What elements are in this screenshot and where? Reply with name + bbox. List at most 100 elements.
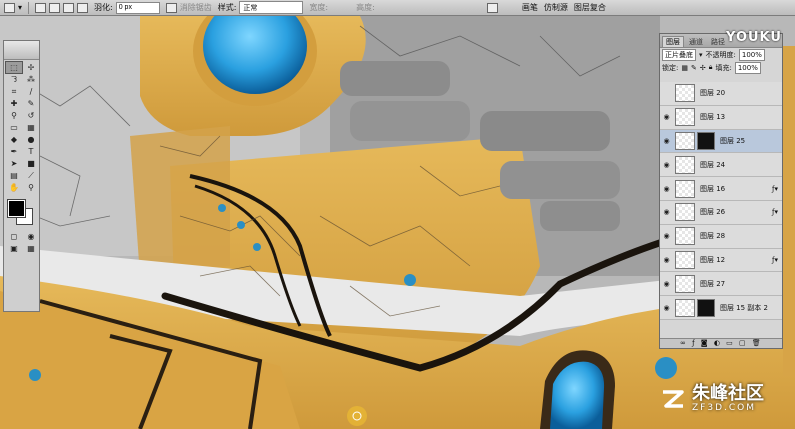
quick-mask-mode-icon[interactable]: ◉	[23, 231, 39, 242]
new-group-icon[interactable]: ▭	[726, 339, 735, 347]
layer-mask-thumbnail[interactable]	[697, 131, 715, 150]
layer-effects-icon[interactable]: ƒ▾	[768, 185, 782, 193]
layer-row[interactable]: ◉ 图层 16 ƒ▾	[660, 177, 782, 201]
eyedropper-tool-icon[interactable]: ⟋	[23, 170, 39, 181]
visibility-eye-icon[interactable]: ◉	[660, 256, 673, 264]
clone-stamp-tool-icon[interactable]: ⚲	[6, 110, 22, 121]
panel-tab-clone-source[interactable]: 仿制源	[544, 2, 568, 13]
layer-row[interactable]: 图层 20	[660, 82, 782, 106]
screen-mode-icon[interactable]: ▣	[6, 243, 22, 254]
eraser-tool-icon[interactable]: ▭	[6, 122, 22, 133]
brush-tool-icon[interactable]: ✎	[23, 98, 39, 109]
path-selection-tool-icon[interactable]: ➤	[6, 158, 22, 169]
intersect-selection-icon[interactable]	[77, 2, 89, 13]
gradient-tool-icon[interactable]: ▦	[23, 122, 39, 133]
layer-name: 图层 28	[700, 232, 726, 241]
layer-row[interactable]: ◉ 图层 26 ƒ▾	[660, 200, 782, 225]
layer-name: 图层 13	[700, 113, 726, 122]
panel-tab-brush[interactable]: 画笔	[522, 2, 538, 13]
layer-thumbnail[interactable]	[675, 108, 695, 127]
layer-thumbnail[interactable]	[675, 250, 695, 269]
workspace-icon[interactable]	[486, 2, 498, 13]
healing-brush-tool-icon[interactable]: ✚	[6, 98, 22, 109]
adjustment-layer-icon[interactable]: ◐	[714, 339, 722, 347]
zf3d-domain: ZF3D.COM	[692, 403, 756, 413]
layer-row[interactable]: ◉ 图层 27	[660, 272, 782, 297]
layer-thumbnail[interactable]	[675, 227, 695, 246]
link-layers-icon[interactable]: ∞	[680, 339, 688, 347]
tab-layers[interactable]: 图层	[662, 36, 684, 47]
layer-mask-thumbnail[interactable]	[696, 298, 715, 317]
tab-channels[interactable]: 通道	[686, 37, 706, 47]
layer-thumbnail[interactable]	[675, 155, 695, 174]
lock-transparency-icon[interactable]: ▦	[681, 64, 688, 72]
layer-thumbnail[interactable]	[675, 131, 695, 150]
layer-thumbnail[interactable]	[675, 274, 695, 293]
add-mask-icon[interactable]: ◙	[701, 339, 710, 347]
magic-wand-tool-icon[interactable]: ⁂	[23, 74, 39, 85]
style-select[interactable]: 正常	[239, 1, 304, 14]
delete-layer-icon[interactable]: 🗑︎	[752, 339, 763, 347]
divider	[28, 1, 30, 14]
visibility-eye-icon[interactable]: ◉	[660, 113, 673, 121]
layer-name: 图层 24	[700, 160, 726, 169]
feather-label: 羽化:	[94, 3, 113, 12]
layer-row[interactable]: ◉ 图层 24	[660, 153, 782, 178]
new-selection-icon[interactable]	[35, 2, 47, 13]
layer-effects-icon[interactable]: ƒ▾	[768, 208, 782, 216]
notes-tool-icon[interactable]: ▤	[6, 170, 22, 181]
layer-thumbnail[interactable]	[674, 298, 695, 317]
add-selection-icon[interactable]	[49, 2, 61, 13]
antialias-checkbox[interactable]	[165, 2, 177, 13]
marquee-tool-preset[interactable]: ▾	[4, 2, 22, 13]
visibility-eye-icon[interactable]: ◉	[660, 161, 673, 169]
hand-tool-icon[interactable]: ✋	[6, 182, 22, 193]
lock-label: 锁定:	[662, 63, 679, 72]
lasso-tool-icon[interactable]: ᘊ	[6, 74, 22, 85]
style-value: 正常	[243, 3, 258, 12]
dodge-tool-icon[interactable]: ●	[23, 134, 39, 145]
slice-tool-icon[interactable]: ∕	[23, 86, 39, 97]
type-tool-icon[interactable]: T	[23, 146, 39, 157]
layer-thumbnail[interactable]	[675, 203, 695, 222]
subtract-selection-icon[interactable]	[63, 2, 75, 13]
pen-tool-icon[interactable]: ✒	[6, 146, 22, 157]
zoom-tool-icon[interactable]: ⚲	[23, 182, 39, 193]
crop-tool-icon[interactable]: ⌗	[6, 86, 22, 97]
tab-paths[interactable]: 路径	[708, 37, 728, 47]
selection-mode-buttons[interactable]	[35, 2, 89, 13]
fill-input[interactable]: 100%	[734, 61, 761, 74]
visibility-eye-icon[interactable]: ◉	[660, 304, 673, 312]
blend-mode-select[interactable]: 正片叠底	[662, 48, 696, 61]
layer-row[interactable]: ◉ 图层 28	[660, 224, 782, 249]
lock-all-icon[interactable]: 🔒︎	[709, 63, 713, 72]
layer-row[interactable]: ◉ 图层 12 ƒ▾	[660, 248, 782, 273]
visibility-eye-icon[interactable]: ◉	[660, 208, 673, 216]
history-brush-tool-icon[interactable]: ↺	[23, 110, 39, 121]
foreground-color-swatch[interactable]	[7, 199, 26, 218]
blur-tool-icon[interactable]: ◆	[6, 134, 22, 145]
layer-row[interactable]: ◉ 图层 15 副本 2	[660, 296, 782, 320]
rectangular-marquee-tool-icon[interactable]: ⬚	[5, 61, 23, 74]
tools-panel-header[interactable]	[4, 41, 39, 60]
lock-move-icon[interactable]: ✢	[700, 64, 706, 72]
layer-row[interactable]: ◉ 图层 25	[660, 129, 782, 154]
visibility-eye-icon[interactable]: ◉	[660, 137, 673, 145]
lock-brush-icon[interactable]: ✎	[691, 64, 697, 72]
panel-tab-layer-comps[interactable]: 图层复合	[574, 2, 606, 13]
jump-to-imageready-icon[interactable]: ▦	[23, 243, 39, 254]
visibility-eye-icon[interactable]: ◉	[660, 232, 673, 240]
shape-tool-icon[interactable]: ■	[23, 158, 39, 169]
visibility-eye-icon[interactable]: ◉	[660, 185, 673, 193]
add-style-icon[interactable]: ƒ	[692, 339, 696, 347]
layer-row[interactable]: ◉ 图层 13	[660, 105, 782, 130]
move-tool-icon[interactable]: ✢	[23, 62, 39, 73]
opacity-input[interactable]: 100%	[738, 48, 765, 61]
layer-thumbnail[interactable]	[675, 84, 695, 103]
layer-thumbnail[interactable]	[675, 179, 695, 198]
visibility-eye-icon[interactable]: ◉	[660, 280, 673, 288]
feather-input[interactable]	[115, 1, 160, 14]
new-layer-icon[interactable]: ▢	[739, 339, 748, 347]
standard-mode-icon[interactable]: ◻	[6, 231, 22, 242]
layer-effects-icon[interactable]: ƒ▾	[768, 256, 782, 264]
